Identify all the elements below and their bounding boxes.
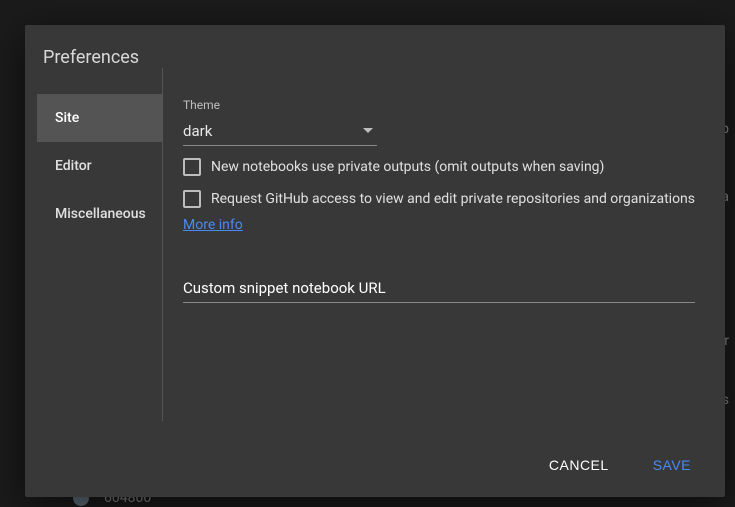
sidebar-item-label: Editor: [55, 158, 92, 174]
sidebar-item-site[interactable]: Site: [37, 94, 162, 142]
checkbox-label: New notebooks use private outputs (omit …: [211, 158, 604, 178]
checkbox-icon: [183, 158, 201, 176]
dropdown-caret-icon: [363, 128, 373, 133]
url-placeholder: Custom snippet notebook URL: [183, 279, 386, 297]
dialog-title: Preferences: [25, 25, 725, 68]
custom-snippet-url-input[interactable]: Custom snippet notebook URL: [183, 273, 695, 303]
sidebar-item-label: Site: [55, 110, 79, 126]
more-info-link[interactable]: More info: [183, 217, 243, 233]
checkbox-github-access[interactable]: Request GitHub access to view and edit p…: [183, 190, 695, 210]
preferences-sidebar: Site Editor Miscellaneous: [25, 68, 163, 421]
checkbox-private-outputs[interactable]: New notebooks use private outputs (omit …: [183, 158, 695, 178]
site-panel: Theme dark New notebooks use private out…: [183, 68, 725, 437]
save-button[interactable]: SAVE: [649, 449, 695, 481]
sidebar-item-label: Miscellaneous: [55, 206, 146, 222]
checkbox-icon: [183, 190, 201, 208]
cancel-button[interactable]: CANCEL: [545, 449, 613, 481]
sidebar-item-editor[interactable]: Editor: [37, 142, 162, 190]
preferences-dialog: Preferences Site Editor Miscellaneous Th…: [25, 25, 725, 497]
theme-label: Theme: [183, 98, 695, 112]
sidebar-item-miscellaneous[interactable]: Miscellaneous: [37, 190, 162, 238]
dialog-actions: CANCEL SAVE: [25, 437, 725, 497]
checkbox-label: Request GitHub access to view and edit p…: [211, 190, 695, 210]
dialog-body: Site Editor Miscellaneous Theme dark New…: [25, 68, 725, 437]
theme-select[interactable]: dark: [183, 116, 377, 146]
theme-value: dark: [183, 122, 212, 140]
